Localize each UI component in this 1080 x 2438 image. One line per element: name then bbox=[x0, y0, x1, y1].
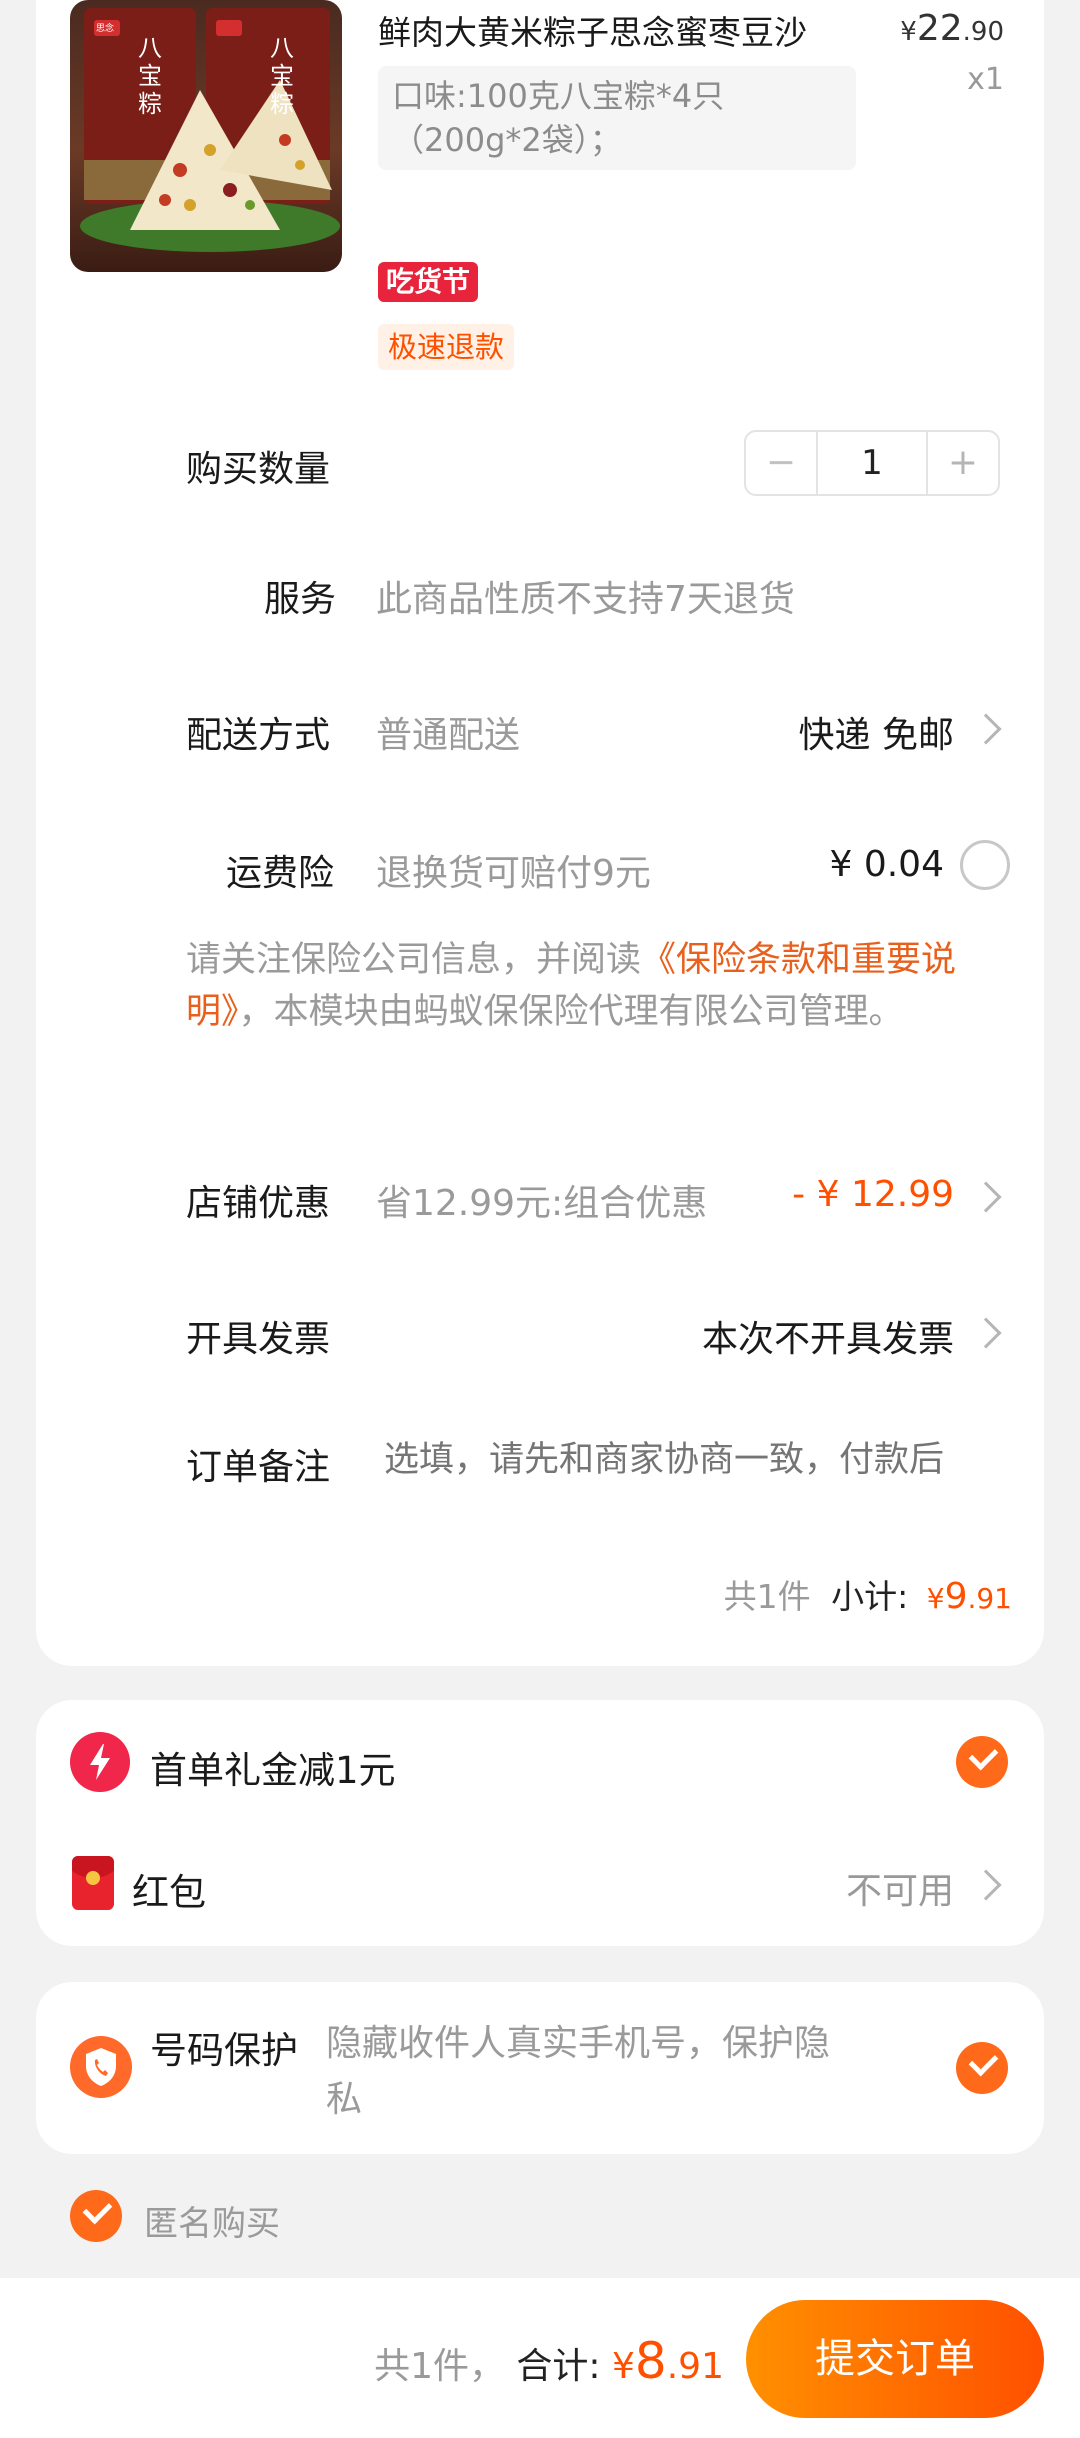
shop-discount-amount: - ¥ 12.99 bbox=[792, 1174, 954, 1215]
sku-box[interactable]: 口味:100克八宝粽*4只 （200g*2袋）； bbox=[378, 66, 856, 170]
notice-text-post: ，本模块由蚂蚁保保险代理有限公司管理。 bbox=[238, 992, 904, 1032]
privacy-desc-line-1: 隐藏收件人真实手机号，保护隐 bbox=[326, 2023, 831, 2064]
festival-tag: 吃货节 bbox=[378, 262, 479, 302]
first-order-check-icon[interactable] bbox=[956, 1736, 1008, 1788]
subtotal-decimal: .91 bbox=[967, 1582, 1012, 1615]
sku-line-1: 口味:100克八宝粽*4只 bbox=[392, 77, 725, 115]
insurance-value: 退换货可赔付9元 bbox=[376, 853, 651, 894]
insurance-price: ¥ 0.04 bbox=[829, 844, 944, 885]
insurance-label: 运费险 bbox=[226, 853, 335, 894]
quantity-value[interactable]: 1 bbox=[818, 432, 926, 494]
shop-discount-value: 省12.99元:组合优惠 bbox=[376, 1183, 708, 1224]
quantity-decrease-button[interactable]: − bbox=[746, 432, 818, 494]
service-label: 服务 bbox=[264, 579, 337, 620]
footer-total: 共1件， 合计: ¥8.91 bbox=[374, 2332, 724, 2390]
remark-input[interactable] bbox=[384, 1428, 1004, 1492]
red-envelope-icon bbox=[72, 1856, 114, 1910]
insurance-notice: 请关注保险公司信息，并阅读《保险条款和重要说明》，本模块由蚂蚁保保险代理有限公司… bbox=[186, 934, 1016, 1038]
footer-total-main: 8 bbox=[634, 2332, 667, 2390]
service-value: 此商品性质不支持7天退货 bbox=[376, 579, 795, 620]
product-image[interactable]: 思念 八宝粽 八宝粽 bbox=[70, 0, 342, 272]
delivery-label: 配送方式 bbox=[186, 715, 331, 756]
product-price: ¥22.90 bbox=[900, 8, 1004, 49]
quantity-label: 购买数量 bbox=[186, 449, 331, 490]
privacy-label: 号码保护 bbox=[150, 2029, 298, 2072]
delivery-value: 普通配送 bbox=[376, 715, 521, 756]
price-currency: ¥ bbox=[900, 17, 917, 47]
product-title[interactable]: 鲜肉大黄米粽子思念蜜枣豆沙 bbox=[378, 6, 807, 54]
quantity-increase-button[interactable]: + bbox=[926, 432, 998, 494]
footer-count: 共1件， bbox=[374, 2346, 505, 2387]
remark-label: 订单备注 bbox=[186, 1447, 331, 1488]
price-decimal: .90 bbox=[962, 17, 1004, 47]
footer-total-currency: ¥ bbox=[612, 2346, 635, 2387]
anonymous-label[interactable]: 匿名购买 bbox=[144, 2196, 280, 2245]
subtotal-main: 9 bbox=[944, 1576, 968, 1617]
notice-text-pre: 请关注保险公司信息，并阅读 bbox=[186, 940, 642, 980]
red-packet-label: 红包 bbox=[132, 1871, 206, 1914]
privacy-check-icon[interactable] bbox=[956, 2042, 1008, 2094]
privacy-description: 隐藏收件人真实手机号，保护隐 私 bbox=[326, 2016, 926, 2128]
subtotal-currency: ¥ bbox=[926, 1582, 945, 1615]
product-quantity: x1 bbox=[967, 62, 1004, 97]
shop-discount-label: 店铺优惠 bbox=[186, 1183, 331, 1224]
image-brand-text: 思念 bbox=[96, 24, 115, 34]
price-main: 22 bbox=[916, 8, 963, 49]
first-order-label: 首单礼金减1元 bbox=[150, 1749, 396, 1792]
quantity-stepper[interactable]: − 1 + bbox=[744, 430, 1000, 496]
subtotal: 共1件 小计: ¥9.91 bbox=[724, 1570, 1012, 1618]
red-packet-status: 不可用 bbox=[845, 1871, 954, 1912]
subtotal-label: 小计: bbox=[831, 1577, 909, 1616]
submit-order-button[interactable]: 提交订单 bbox=[746, 2300, 1044, 2418]
privacy-desc-line-2: 私 bbox=[326, 2079, 363, 2120]
fast-refund-tag: 极速退款 bbox=[378, 324, 515, 370]
footer-total-label: 合计: bbox=[516, 2346, 601, 2387]
subtotal-count: 共1件 bbox=[723, 1577, 811, 1616]
invoice-label: 开具发票 bbox=[186, 1319, 331, 1360]
image-label-text-left: 八宝粽 bbox=[138, 34, 162, 118]
lightning-icon bbox=[70, 1732, 130, 1792]
phone-shield-icon bbox=[70, 2036, 132, 2098]
sku-line-2: （200g*2袋）； bbox=[392, 121, 622, 159]
zongzi-illustration bbox=[80, 8, 340, 252]
delivery-method: 快递 免邮 bbox=[798, 715, 954, 756]
invoice-value: 本次不开具发票 bbox=[701, 1319, 954, 1360]
image-label-text-right: 八宝粽 bbox=[270, 34, 294, 118]
footer-total-decimal: .91 bbox=[666, 2346, 724, 2387]
insurance-checkbox[interactable] bbox=[960, 840, 1010, 890]
anonymous-check-icon[interactable] bbox=[70, 2190, 122, 2242]
